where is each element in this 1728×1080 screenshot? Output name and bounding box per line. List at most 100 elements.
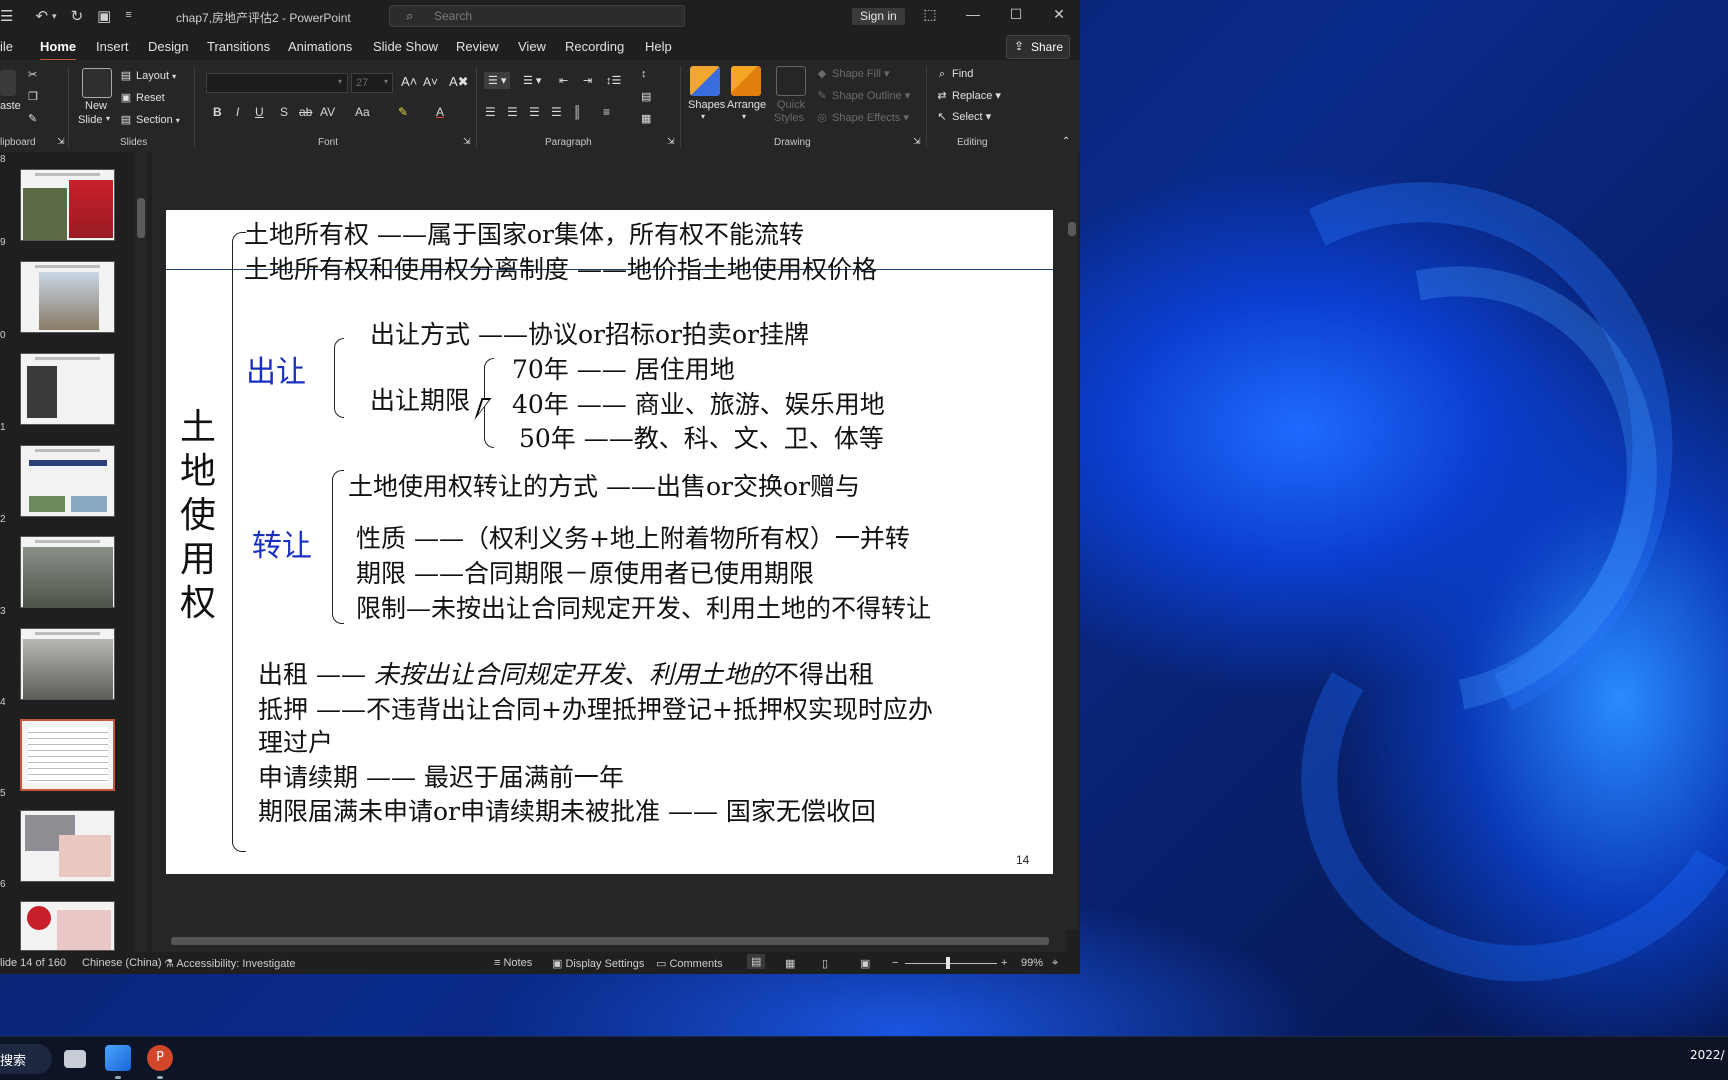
reset-button[interactable]: ▣ Reset (119, 91, 165, 104)
decrease-font-icon[interactable]: A˅ (423, 75, 438, 89)
align-right-icon[interactable]: ☰ (529, 105, 540, 119)
zoom-slider-knob[interactable] (946, 957, 950, 969)
search-input[interactable]: ⌕ Search (389, 5, 685, 27)
decrease-indent-icon[interactable]: ⇤ (559, 74, 568, 87)
line-spacing-icon[interactable]: ↕☰ (606, 74, 621, 87)
quick-styles-icon[interactable] (776, 66, 806, 96)
slide-thumbnail-selected[interactable] (18, 717, 117, 793)
zoom-in-icon[interactable]: + (1001, 957, 1007, 969)
slide-sorter-icon[interactable]: ▦ (785, 957, 795, 970)
slide-thumbnail[interactable] (20, 445, 115, 517)
font-name-input[interactable] (206, 73, 348, 93)
tab-design[interactable]: Design (148, 39, 188, 54)
slide-scroll-thumb[interactable] (1068, 222, 1076, 236)
slide-thumbnail[interactable] (20, 169, 115, 241)
shadow-icon[interactable]: S (280, 105, 288, 119)
app-icon[interactable] (105, 1045, 131, 1071)
tab-slide-show[interactable]: Slide Show (373, 39, 438, 54)
bold-icon[interactable]: B (213, 105, 222, 119)
save-icon[interactable]: ☰ (0, 7, 13, 25)
thumbnails-scroll-thumb[interactable] (137, 198, 145, 238)
horizontal-scrollbar[interactable] (157, 934, 1065, 948)
shapes-icon[interactable] (690, 66, 720, 96)
minimize-icon[interactable]: — (958, 6, 988, 22)
quick-styles-label-2[interactable]: Styles (774, 112, 804, 124)
highlight-icon[interactable]: ✎ (398, 105, 408, 119)
sign-in-button[interactable]: Sign in (852, 8, 905, 25)
reading-view-icon[interactable]: ▯ (822, 957, 828, 970)
format-painter-icon[interactable]: ✎ (28, 112, 37, 125)
thumbnails-scrollbar[interactable] (135, 152, 147, 952)
comments-button[interactable]: ▭ Comments (656, 957, 723, 970)
font-color-icon[interactable]: A (436, 105, 444, 119)
accessibility-button[interactable]: ⚗ Accessibility: Investigate (164, 957, 296, 970)
zoom-level[interactable]: 99% (1021, 957, 1043, 969)
underline-icon[interactable]: U (255, 105, 264, 119)
replace-button[interactable]: ⇄ Replace ▾ (935, 89, 1001, 102)
fit-to-window-icon[interactable]: ⌖ (1052, 957, 1058, 970)
shapes-dropdown-icon[interactable]: ▾ (701, 112, 705, 121)
smartart-icon[interactable]: ▦ (641, 112, 651, 125)
undo-dropdown-icon[interactable]: ▾ (52, 11, 57, 25)
quick-styles-label[interactable]: Quick (777, 99, 805, 111)
change-case-icon[interactable]: Aa (355, 105, 370, 119)
slide-show-icon[interactable]: ▣ (860, 957, 870, 970)
slide-thumbnail[interactable] (20, 353, 115, 425)
paste-label[interactable]: aste (0, 100, 21, 112)
close-icon[interactable]: ✕ (1044, 6, 1074, 23)
drawing-launcher-icon[interactable]: ⇲ (913, 136, 921, 147)
new-slide-label-2[interactable]: Slide (78, 114, 102, 126)
paragraph-launcher-icon[interactable]: ⇲ (667, 136, 675, 147)
italic-icon[interactable]: I (236, 105, 239, 119)
font-size-dropdown-icon[interactable]: ▾ (384, 77, 388, 86)
shape-fill-button[interactable]: ◆ Shape Fill ▾ (815, 67, 890, 80)
slide-scrollbar[interactable] (1066, 150, 1078, 930)
zoom-slider[interactable] (905, 963, 997, 964)
taskbar-clock[interactable]: 2022/ (1690, 1048, 1725, 1062)
tab-transitions[interactable]: Transitions (207, 39, 270, 54)
customize-qat-icon[interactable]: ≡ (125, 9, 131, 25)
increase-indent-icon[interactable]: ⇥ (583, 74, 592, 87)
copy-icon[interactable]: ❐ (28, 90, 38, 103)
select-button[interactable]: ↖ Select ▾ (935, 110, 991, 123)
taskbar-search[interactable]: 搜索 (0, 1044, 52, 1074)
redo-icon[interactable]: ↻ (71, 7, 84, 25)
new-slide-icon[interactable] (82, 68, 112, 98)
arrange-icon[interactable] (731, 66, 761, 96)
zoom-out-icon[interactable]: − (892, 957, 898, 969)
align-center-icon[interactable]: ☰ (507, 105, 518, 119)
slide-thumbnail[interactable] (20, 628, 115, 700)
arrange-label[interactable]: Arrange (727, 99, 766, 111)
slide-thumbnail[interactable] (20, 810, 115, 882)
shape-effects-button[interactable]: ◎ Shape Effects ▾ (815, 111, 909, 124)
shape-outline-button[interactable]: ✎ Shape Outline ▾ (815, 89, 910, 102)
share-button[interactable]: ⇪ Share (1006, 35, 1070, 59)
font-launcher-icon[interactable]: ⇲ (463, 136, 471, 147)
collapse-ribbon-icon[interactable]: ⌃ (1062, 136, 1070, 147)
font-name-dropdown-icon[interactable]: ▾ (338, 77, 342, 86)
find-button[interactable]: ⌕ Find (935, 68, 974, 81)
justify-icon[interactable]: ☰ (551, 105, 562, 119)
tab-home[interactable]: Home (40, 39, 77, 62)
arrange-dropdown-icon[interactable]: ▾ (742, 112, 746, 121)
tab-file[interactable]: ile (0, 39, 13, 54)
maximize-icon[interactable]: ☐ (1001, 6, 1031, 23)
tab-review[interactable]: Review (456, 39, 499, 54)
slide-thumbnail[interactable] (20, 536, 115, 608)
task-view-icon[interactable] (64, 1050, 86, 1068)
slide-thumbnail[interactable] (20, 261, 115, 333)
slide-canvas[interactable]: 土 地 使 用 权 土地所有权 ——属于国家or集体，所有权不能流转 土地所有权… (166, 210, 1053, 874)
display-settings-button[interactable]: ▣ Display Settings (552, 957, 644, 970)
undo-icon[interactable]: ↶ (35, 7, 48, 25)
numbering-icon[interactable]: ☰ ▾ (523, 74, 541, 87)
slide-thumbnail[interactable] (20, 901, 115, 951)
normal-view-icon[interactable]: ▤ (747, 954, 766, 969)
tab-animations[interactable]: Animations (288, 39, 352, 54)
bullets-icon[interactable]: ☰ ▾ (484, 72, 511, 89)
character-spacing-icon[interactable]: AV (320, 105, 335, 119)
tab-help[interactable]: Help (645, 39, 672, 54)
horizontal-scroll-thumb[interactable] (171, 937, 1049, 945)
text-direction-icon[interactable]: ↕ (641, 68, 647, 80)
paste-icon[interactable] (0, 70, 16, 96)
powerpoint-taskbar-icon[interactable]: P (147, 1045, 173, 1071)
